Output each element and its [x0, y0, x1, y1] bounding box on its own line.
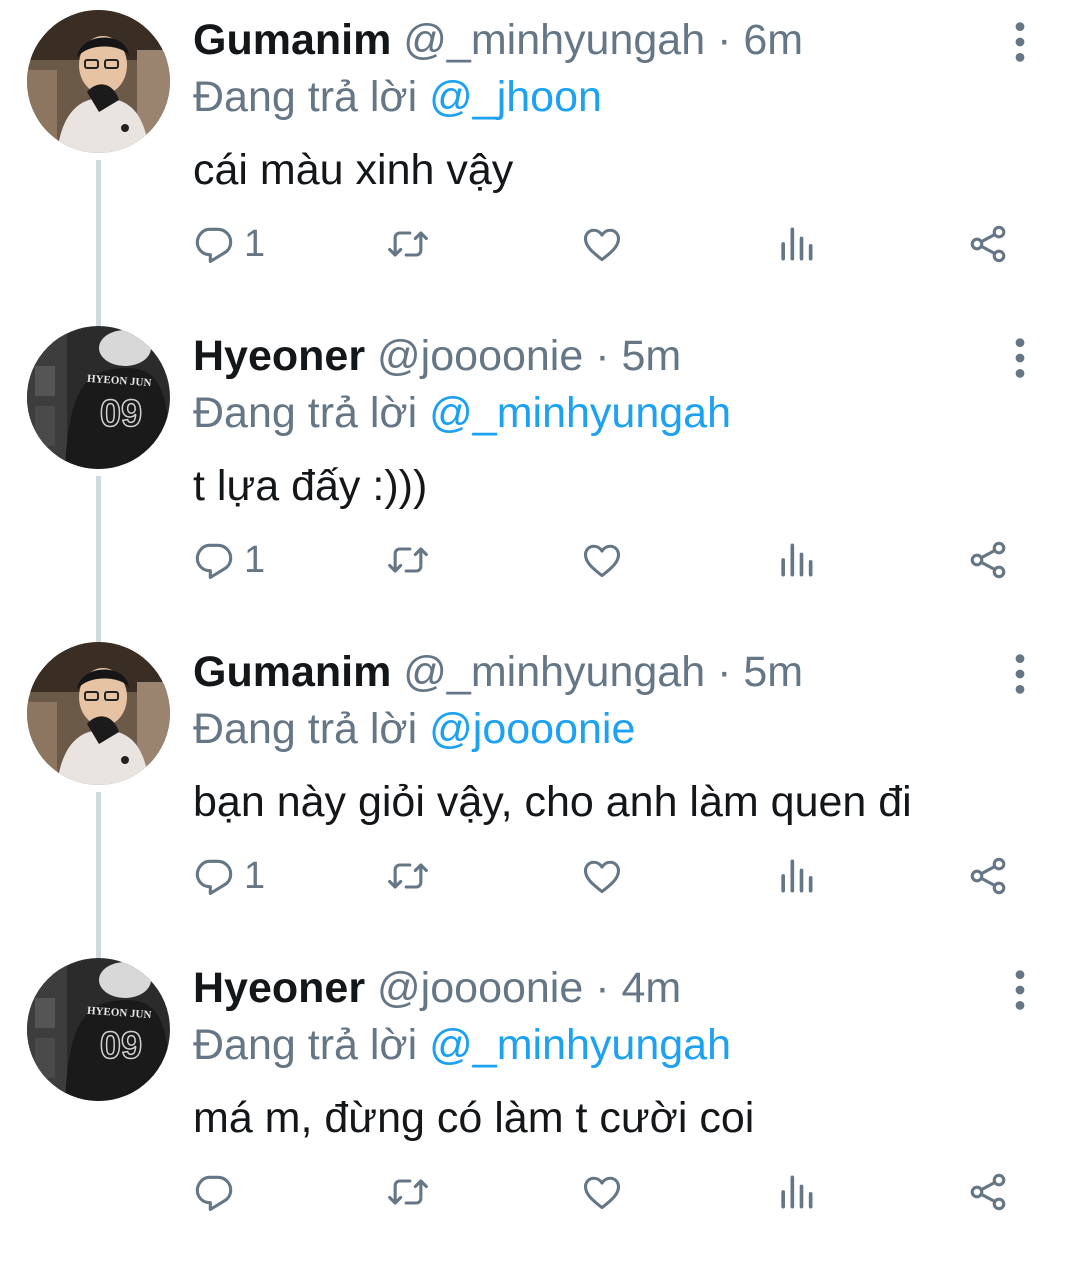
reply-icon — [192, 222, 236, 266]
retweet-icon — [386, 222, 430, 266]
replying-prefix: Đang trả lời — [193, 705, 418, 753]
reply-button[interactable] — [192, 1162, 244, 1222]
share-button[interactable] — [966, 214, 1010, 274]
retweet-icon — [386, 854, 430, 898]
tweet-header: Gumanim @_minhyungah · 6m — [193, 14, 803, 66]
share-button[interactable] — [966, 846, 1010, 906]
timestamp: · 5m — [717, 648, 804, 696]
replying-to: Đang trả lời @_minhyungah — [193, 1019, 731, 1071]
tweet-actions: 1 — [0, 214, 1080, 274]
display-name[interactable]: Gumanim — [193, 648, 391, 696]
like-button[interactable] — [580, 530, 624, 590]
retweet-button[interactable] — [386, 214, 430, 274]
tweet-text: t lựa đấy :))) — [193, 462, 428, 510]
replying-to: Đang trả lời @_minhyungah — [193, 387, 731, 439]
retweet-button[interactable] — [386, 846, 430, 906]
replying-prefix: Đang trả lời — [193, 389, 418, 437]
timestamp: · 6m — [717, 16, 804, 64]
analytics-button[interactable] — [774, 530, 818, 590]
reply-button[interactable]: 1 — [192, 846, 265, 906]
handle[interactable]: @_minhyungah — [403, 16, 705, 64]
hyeoner-avatar — [27, 326, 170, 469]
share-button[interactable] — [966, 530, 1010, 590]
tweet[interactable]: Gumanim @_minhyungah · 5m Đang trả lời @… — [0, 632, 1080, 948]
analytics-icon — [774, 1170, 818, 1214]
gumanim-avatar — [27, 642, 170, 785]
mention-link[interactable]: @_jhoon — [429, 73, 602, 121]
analytics-button[interactable] — [774, 1162, 818, 1222]
tweet-header: Hyeoner @joooonie · 4m — [193, 962, 681, 1014]
share-icon — [966, 538, 1010, 582]
display-name[interactable]: Hyeoner — [193, 332, 365, 380]
tweet-text: má m, đừng có làm t cười coi — [193, 1094, 755, 1142]
share-icon — [966, 222, 1010, 266]
tweet[interactable]: Hyeoner @joooonie · 4m Đang trả lời @_mi… — [0, 948, 1080, 1264]
analytics-button[interactable] — [774, 846, 818, 906]
avatar[interactable] — [27, 958, 170, 1101]
tweet-header: Gumanim @_minhyungah · 5m — [193, 646, 803, 698]
timestamp: · 5m — [595, 332, 682, 380]
handle[interactable]: @_minhyungah — [403, 648, 705, 696]
tweet-header: Hyeoner @joooonie · 5m — [193, 330, 681, 382]
reply-count: 1 — [244, 854, 266, 897]
mention-link[interactable]: @_minhyungah — [429, 1021, 731, 1069]
more-options-button[interactable] — [1000, 334, 1040, 382]
reply-icon — [192, 538, 236, 582]
retweet-icon — [386, 1170, 430, 1214]
tweet-actions: 1 — [0, 530, 1080, 590]
replying-to: Đang trả lời @_jhoon — [193, 71, 602, 123]
retweet-icon — [386, 538, 430, 582]
analytics-icon — [774, 538, 818, 582]
more-options-button[interactable] — [1000, 18, 1040, 66]
avatar[interactable] — [27, 10, 170, 153]
reply-button[interactable]: 1 — [192, 530, 265, 590]
heart-icon — [580, 222, 624, 266]
display-name[interactable]: Gumanim — [193, 16, 391, 64]
more-vertical-icon — [1014, 652, 1026, 696]
analytics-icon — [774, 222, 818, 266]
tweet-text: cái màu xinh vậy — [193, 146, 514, 194]
share-icon — [966, 1170, 1010, 1214]
replying-prefix: Đang trả lời — [193, 1021, 418, 1069]
reply-icon — [192, 1170, 236, 1214]
mention-link[interactable]: @_minhyungah — [429, 389, 731, 437]
more-options-button[interactable] — [1000, 966, 1040, 1014]
reply-icon — [192, 854, 236, 898]
avatar[interactable] — [27, 326, 170, 469]
reply-button[interactable]: 1 — [192, 214, 265, 274]
replying-to: Đang trả lời @joooonie — [193, 703, 635, 755]
hyeoner-avatar — [27, 958, 170, 1101]
replying-prefix: Đang trả lời — [193, 73, 418, 121]
handle[interactable]: @joooonie — [377, 332, 583, 380]
tweet-actions — [0, 1162, 1080, 1222]
retweet-button[interactable] — [386, 1162, 430, 1222]
like-button[interactable] — [580, 1162, 624, 1222]
tweet[interactable]: Hyeoner @joooonie · 5m Đang trả lời @_mi… — [0, 316, 1080, 632]
heart-icon — [580, 538, 624, 582]
avatar[interactable] — [27, 642, 170, 785]
tweet-actions: 1 — [0, 846, 1080, 906]
analytics-button[interactable] — [774, 214, 818, 274]
more-options-button[interactable] — [1000, 650, 1040, 698]
tweet-text: bạn này giỏi vậy, cho anh làm quen đi — [193, 778, 912, 826]
share-icon — [966, 854, 1010, 898]
more-vertical-icon — [1014, 968, 1026, 1012]
display-name[interactable]: Hyeoner — [193, 964, 365, 1012]
share-button[interactable] — [966, 1162, 1010, 1222]
analytics-icon — [774, 854, 818, 898]
like-button[interactable] — [580, 846, 624, 906]
more-vertical-icon — [1014, 20, 1026, 64]
timestamp: · 4m — [595, 964, 682, 1012]
reply-count: 1 — [244, 538, 266, 581]
retweet-button[interactable] — [386, 530, 430, 590]
handle[interactable]: @joooonie — [377, 964, 583, 1012]
tweet[interactable]: Gumanim @_minhyungah · 6m Đang trả lời @… — [0, 0, 1080, 316]
reply-count: 1 — [244, 222, 266, 265]
mention-link[interactable]: @joooonie — [429, 705, 635, 753]
heart-icon — [580, 1170, 624, 1214]
like-button[interactable] — [580, 214, 624, 274]
gumanim-avatar — [27, 10, 170, 153]
more-vertical-icon — [1014, 336, 1026, 380]
heart-icon — [580, 854, 624, 898]
